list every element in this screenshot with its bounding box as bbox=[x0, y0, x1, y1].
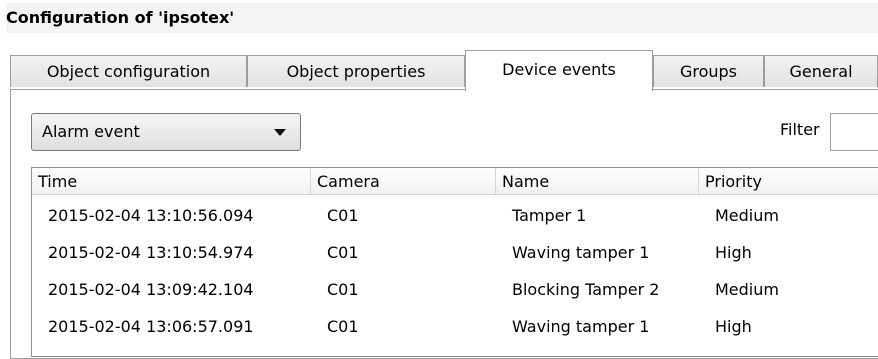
tab-groups[interactable]: Groups bbox=[653, 55, 764, 87]
table-header: Time Camera Name Priority bbox=[32, 168, 878, 195]
window-title: Configuration of 'ipsotex' bbox=[6, 3, 878, 33]
column-header-camera[interactable]: Camera bbox=[311, 168, 496, 194]
column-header-time[interactable]: Time bbox=[32, 168, 311, 194]
cell-name: Waving tamper 1 bbox=[512, 243, 650, 262]
cell-name: Tamper 1 bbox=[512, 206, 587, 225]
cell-name: Blocking Tamper 2 bbox=[512, 280, 660, 299]
cell-time: 2015-02-04 13:06:57.091 bbox=[48, 317, 254, 336]
cell-camera: C01 bbox=[327, 206, 359, 225]
column-header-name[interactable]: Name bbox=[496, 168, 699, 194]
cell-camera: C01 bbox=[327, 317, 359, 336]
event-type-dropdown-value: Alarm event bbox=[42, 122, 140, 141]
tab-device-events[interactable]: Device events bbox=[465, 50, 653, 91]
chevron-down-icon bbox=[274, 129, 286, 136]
table-row[interactable]: 2015-02-04 13:10:54.974 C01 Waving tampe… bbox=[32, 235, 878, 272]
cell-priority: Medium bbox=[715, 206, 779, 225]
column-header-priority[interactable]: Priority bbox=[699, 168, 878, 194]
tab-general[interactable]: General bbox=[764, 55, 878, 87]
cell-priority: Medium bbox=[715, 280, 779, 299]
filter-input[interactable] bbox=[830, 113, 878, 151]
cell-camera: C01 bbox=[327, 243, 359, 262]
events-table: Time Camera Name Priority 2015-02-04 13:… bbox=[31, 167, 878, 357]
cell-name: Waving tamper 1 bbox=[512, 317, 650, 336]
filter-label: Filter bbox=[780, 120, 820, 139]
tab-object-configuration[interactable]: Object configuration bbox=[10, 55, 247, 87]
table-row[interactable]: 2015-02-04 13:09:42.104 C01 Blocking Tam… bbox=[32, 272, 878, 309]
cell-time: 2015-02-04 13:10:54.974 bbox=[48, 243, 254, 262]
cell-priority: High bbox=[715, 243, 752, 262]
tab-object-properties[interactable]: Object properties bbox=[247, 55, 465, 87]
cell-priority: High bbox=[715, 317, 752, 336]
event-type-dropdown[interactable]: Alarm event bbox=[31, 113, 301, 151]
cell-time: 2015-02-04 13:10:56.094 bbox=[48, 206, 254, 225]
table-row[interactable]: 2015-02-04 13:10:56.094 C01 Tamper 1 Med… bbox=[32, 198, 878, 235]
cell-time: 2015-02-04 13:09:42.104 bbox=[48, 280, 254, 299]
cell-camera: C01 bbox=[327, 280, 359, 299]
table-row[interactable]: 2015-02-04 13:06:57.091 C01 Waving tampe… bbox=[32, 309, 878, 346]
